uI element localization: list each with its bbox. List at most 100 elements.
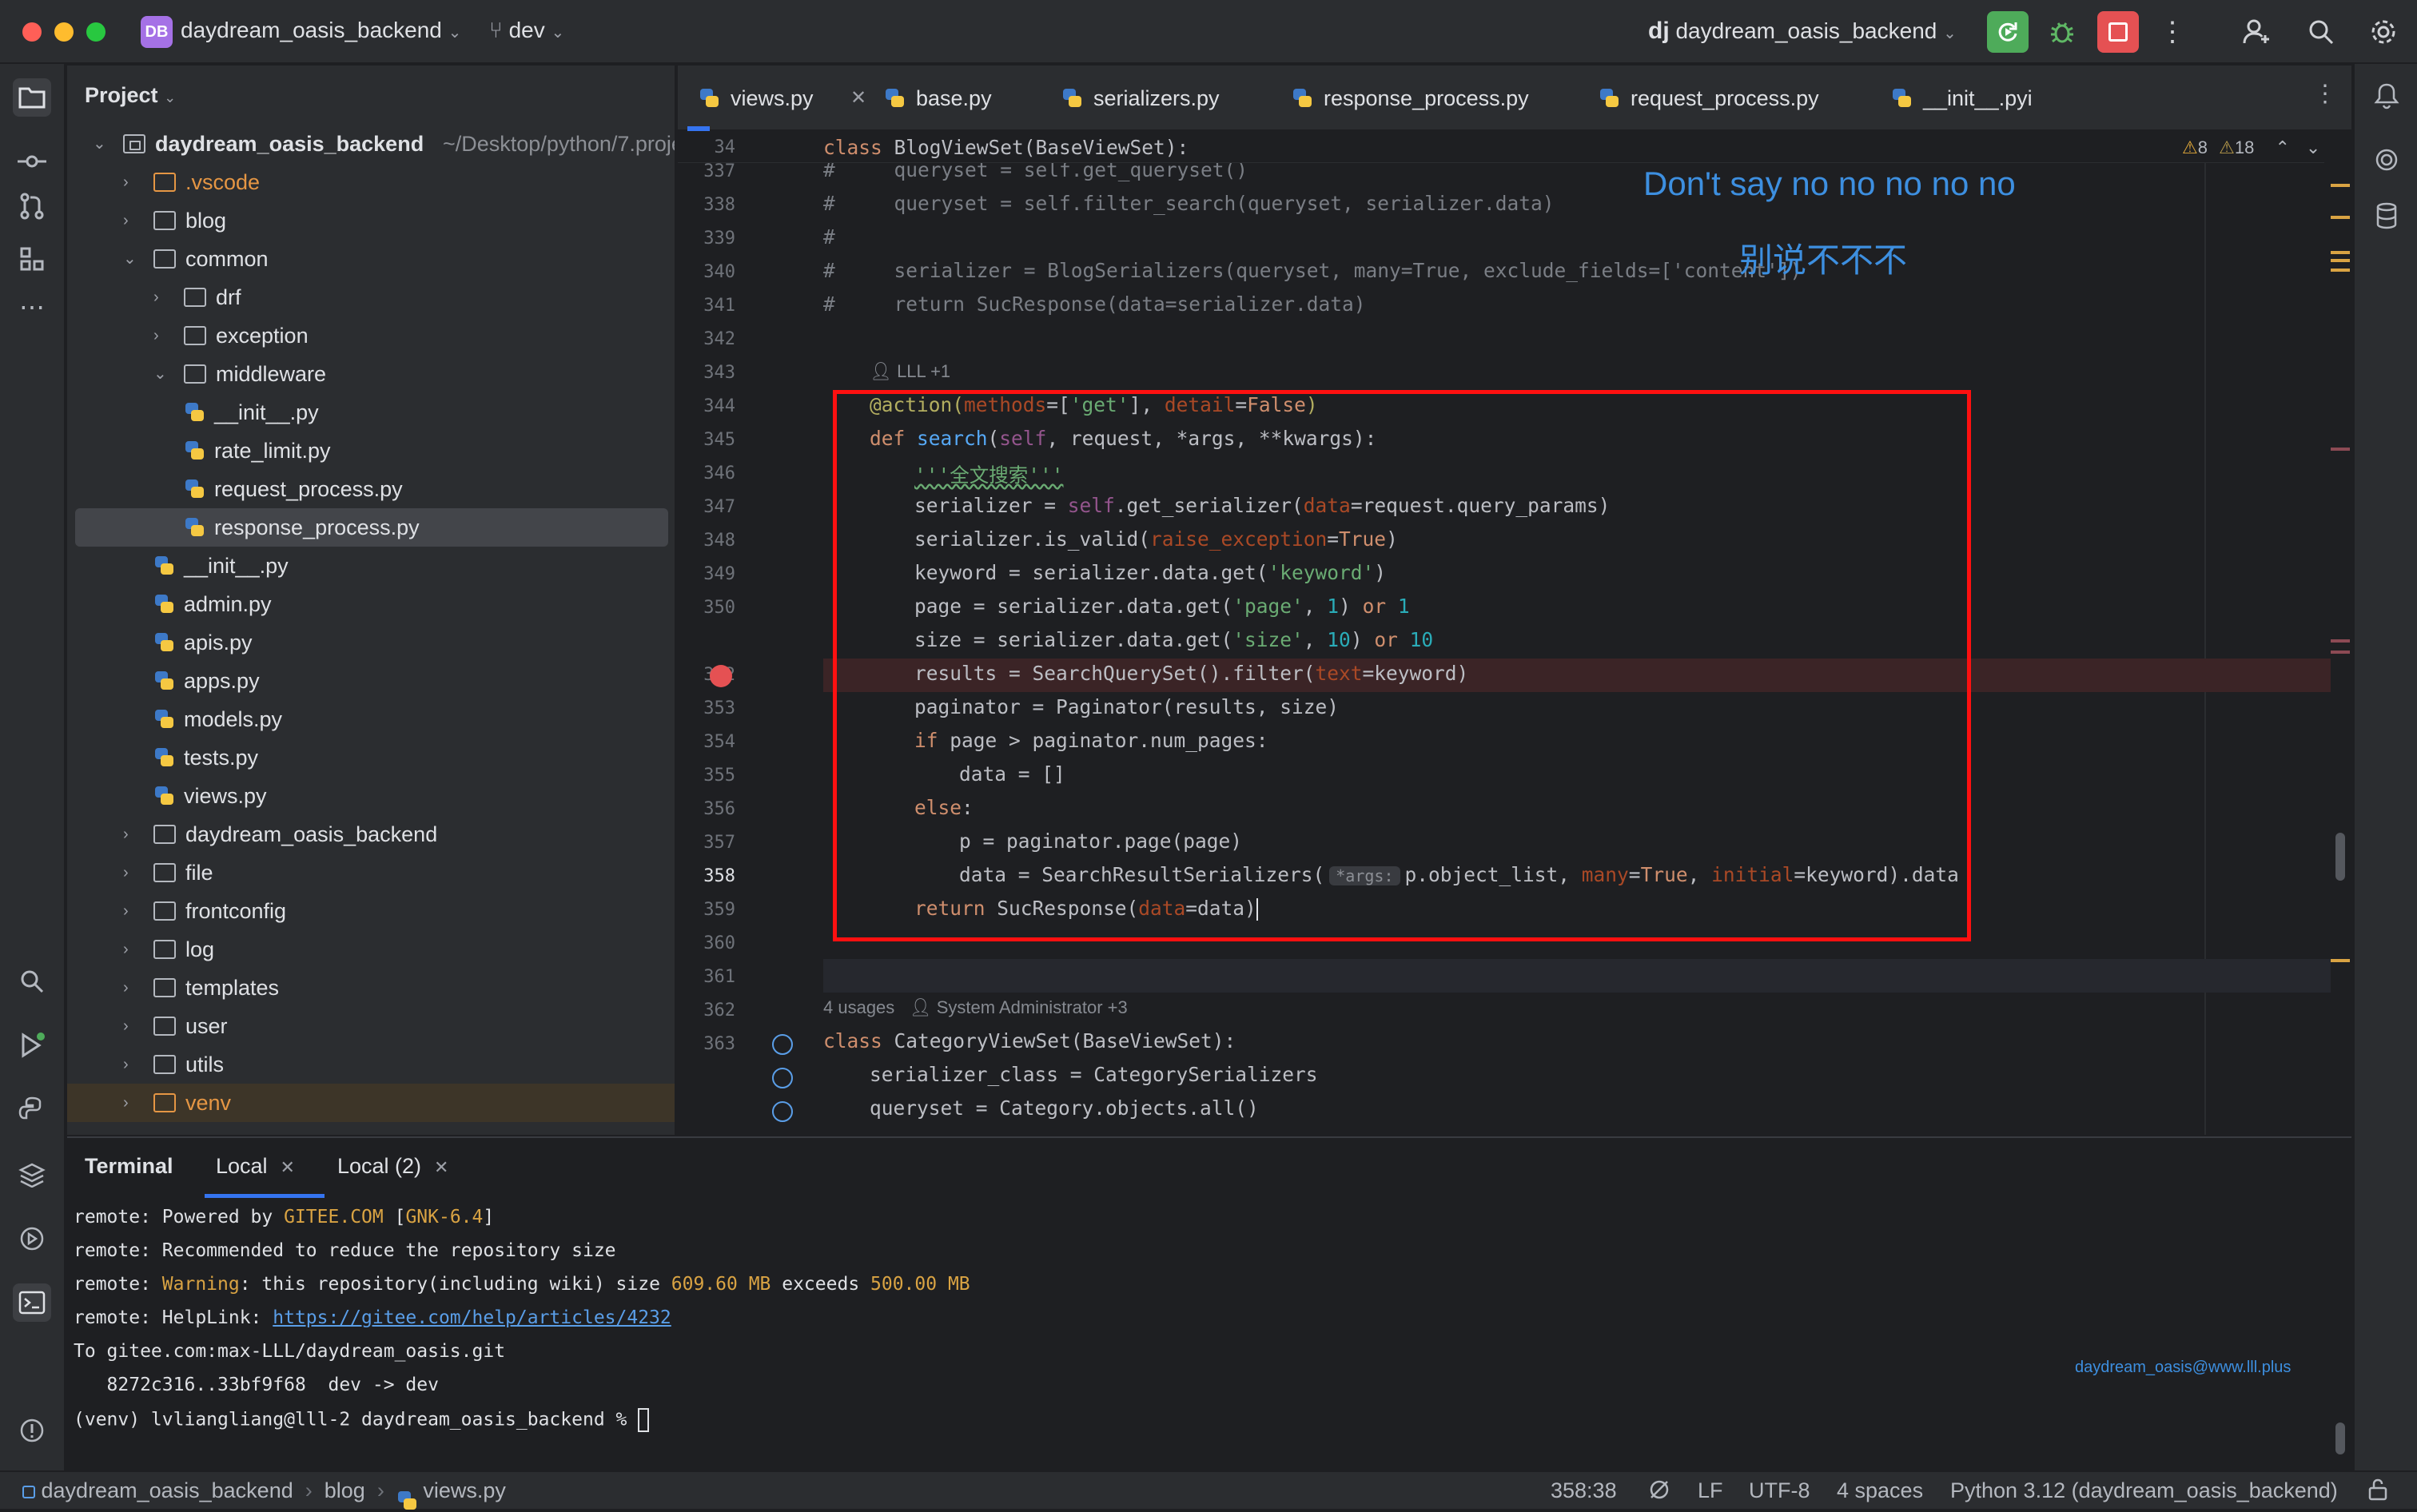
line-number[interactable]: 341	[678, 296, 735, 316]
help-link[interactable]: https://gitee.com/help/articles/4232	[273, 1307, 671, 1328]
breakpoint-icon[interactable]	[710, 665, 732, 687]
line-number[interactable]: 350	[678, 598, 735, 618]
file-encoding[interactable]: UTF-8	[1749, 1478, 1810, 1503]
breadcrumb-project[interactable]: daydream_oasis_backend	[42, 1478, 293, 1502]
line-number[interactable]: 337	[678, 161, 735, 181]
more-tools-button[interactable]: ⋯	[14, 289, 50, 324]
project-switcher[interactable]: daydream_oasis_backend ⌄	[181, 18, 461, 43]
close-icon[interactable]: ✕	[850, 66, 866, 131]
services-tool-button[interactable]	[14, 1157, 50, 1192]
tree-file[interactable]: apis.py	[67, 623, 675, 662]
chevron-right-icon[interactable]: ›	[123, 969, 139, 1007]
chevron-right-icon[interactable]: ›	[123, 201, 139, 240]
line-number[interactable]: 345	[678, 430, 735, 450]
chevron-right-icon[interactable]: ›	[123, 815, 139, 853]
tree-file[interactable]: __init__.py	[67, 547, 675, 585]
tree-folder[interactable]: ⌄ common	[67, 240, 675, 278]
terminal-tool-button[interactable]	[13, 1283, 51, 1322]
pull-requests-tool-button[interactable]	[14, 189, 50, 224]
error-stripe[interactable]	[2329, 66, 2351, 1135]
close-icon[interactable]: ✕	[434, 1157, 448, 1177]
chevron-down-icon[interactable]: ⌄	[153, 355, 169, 393]
line-number[interactable]: 344	[678, 396, 735, 416]
line-number[interactable]: 342	[678, 329, 735, 349]
indent-setting[interactable]: 4 spaces	[1837, 1478, 1923, 1503]
chevron-right-icon[interactable]: ›	[153, 278, 169, 316]
run-config-selector[interactable]: dj daydream_oasis_backend ⌄	[1648, 18, 1957, 45]
terminal-tab[interactable]: Local (2) ✕	[337, 1154, 448, 1179]
chevron-right-icon[interactable]: ›	[123, 853, 139, 892]
tree-root[interactable]: ⌄ daydream_oasis_backend ~/Desktop/python/…	[67, 125, 675, 163]
run-tool-button[interactable]	[14, 1028, 50, 1063]
line-ending[interactable]: LF	[1698, 1478, 1723, 1503]
add-user-button[interactable]	[2236, 11, 2278, 53]
close-icon[interactable]: ✕	[281, 1157, 295, 1177]
terminal-tab[interactable]: Local ✕	[205, 1154, 325, 1198]
line-number[interactable]: 359	[678, 900, 735, 920]
line-number[interactable]: 346	[678, 464, 735, 483]
structure-tool-button[interactable]	[14, 241, 50, 277]
chevron-down-icon[interactable]: ⌄	[93, 125, 109, 163]
chevron-right-icon[interactable]: ›	[153, 316, 169, 355]
line-number[interactable]: 348	[678, 531, 735, 551]
line-number[interactable]: 361	[678, 967, 735, 987]
usages-hint[interactable]: 4 usages 👤︎ System Administrator +3	[823, 997, 1128, 1018]
override-icon[interactable]	[772, 1068, 793, 1088]
lock-icon[interactable]	[2367, 1478, 2388, 1506]
override-icon[interactable]	[772, 1101, 793, 1122]
terminal-prompt[interactable]: (venv) lvliangliang@lll-2 daydream_oasis…	[74, 1408, 650, 1432]
tree-folder[interactable]: › user	[67, 1007, 675, 1045]
tree-file[interactable]: __init__.py	[67, 393, 675, 432]
ai-assistant-button[interactable]	[2369, 142, 2404, 177]
tree-file[interactable]: models.py	[67, 700, 675, 738]
commit-tool-button[interactable]	[14, 144, 50, 179]
tree-folder[interactable]: › frontconfig	[67, 892, 675, 930]
chevron-right-icon[interactable]: ›	[123, 892, 139, 930]
chevron-right-icon[interactable]: ›	[123, 1045, 139, 1084]
line-number[interactable]: 363	[678, 1034, 735, 1054]
terminal-scrollbar-thumb[interactable]	[2335, 1422, 2345, 1454]
project-tool-button[interactable]	[13, 78, 51, 117]
breadcrumb-folder[interactable]: blog	[325, 1478, 365, 1502]
tree-folder[interactable]: › .vscode	[67, 163, 675, 201]
search-everywhere-button[interactable]	[2300, 11, 2342, 53]
tree-file[interactable]: apps.py	[67, 662, 675, 700]
close-window-button[interactable]	[22, 22, 42, 42]
implemented-icon[interactable]	[772, 1034, 793, 1055]
sticky-scope-header[interactable]: 34 class BlogViewSet(BaseViewSet): ⚠8 ⚠1…	[678, 133, 2324, 163]
line-number[interactable]: 340	[678, 262, 735, 282]
line-number[interactable]: 356	[678, 799, 735, 819]
tree-folder[interactable]: › file	[67, 853, 675, 892]
breadcrumb-file[interactable]: views.py	[423, 1478, 506, 1502]
debug-tool-button[interactable]	[14, 1221, 50, 1256]
branch-switcher[interactable]: ⑂ dev ⌄	[489, 18, 564, 43]
python-console-button[interactable]	[14, 1092, 50, 1127]
notifications-button[interactable]	[2369, 78, 2404, 113]
tree-folder[interactable]: › exception	[67, 316, 675, 355]
line-number[interactable]: 339	[678, 229, 735, 249]
stop-button[interactable]	[2097, 11, 2139, 53]
line-number[interactable]: 357	[678, 833, 735, 853]
tree-folder[interactable]: › drf	[67, 278, 675, 316]
author-hint[interactable]: 👤︎ LLL +1	[870, 361, 950, 382]
find-tool-button[interactable]	[14, 964, 50, 999]
tree-folder[interactable]: › templates	[67, 969, 675, 1007]
line-number[interactable]: 360	[678, 933, 735, 953]
python-interpreter[interactable]: Python 3.12 (daydream_oasis_backend)	[1950, 1478, 2338, 1503]
zoom-window-button[interactable]	[86, 22, 106, 42]
tree-folder[interactable]: › blog	[67, 201, 675, 240]
project-panel-header[interactable]: Project ⌄	[85, 83, 176, 108]
debug-button[interactable]	[2041, 11, 2083, 53]
tree-file[interactable]: rate_limit.py	[67, 432, 675, 470]
minimize-window-button[interactable]	[54, 22, 74, 42]
database-button[interactable]	[2369, 198, 2404, 233]
settings-button[interactable]	[2363, 11, 2404, 53]
line-number[interactable]: 362	[678, 1001, 735, 1021]
tree-file[interactable]: response_process.py	[75, 508, 668, 547]
tree-file[interactable]: tests.py	[67, 738, 675, 777]
line-number[interactable]: 343	[678, 363, 735, 383]
line-number[interactable]: 358	[678, 866, 735, 886]
chevron-right-icon[interactable]: ›	[123, 1007, 139, 1045]
line-number[interactable]: 347	[678, 497, 735, 517]
tree-folder[interactable]: › venv	[67, 1084, 675, 1122]
